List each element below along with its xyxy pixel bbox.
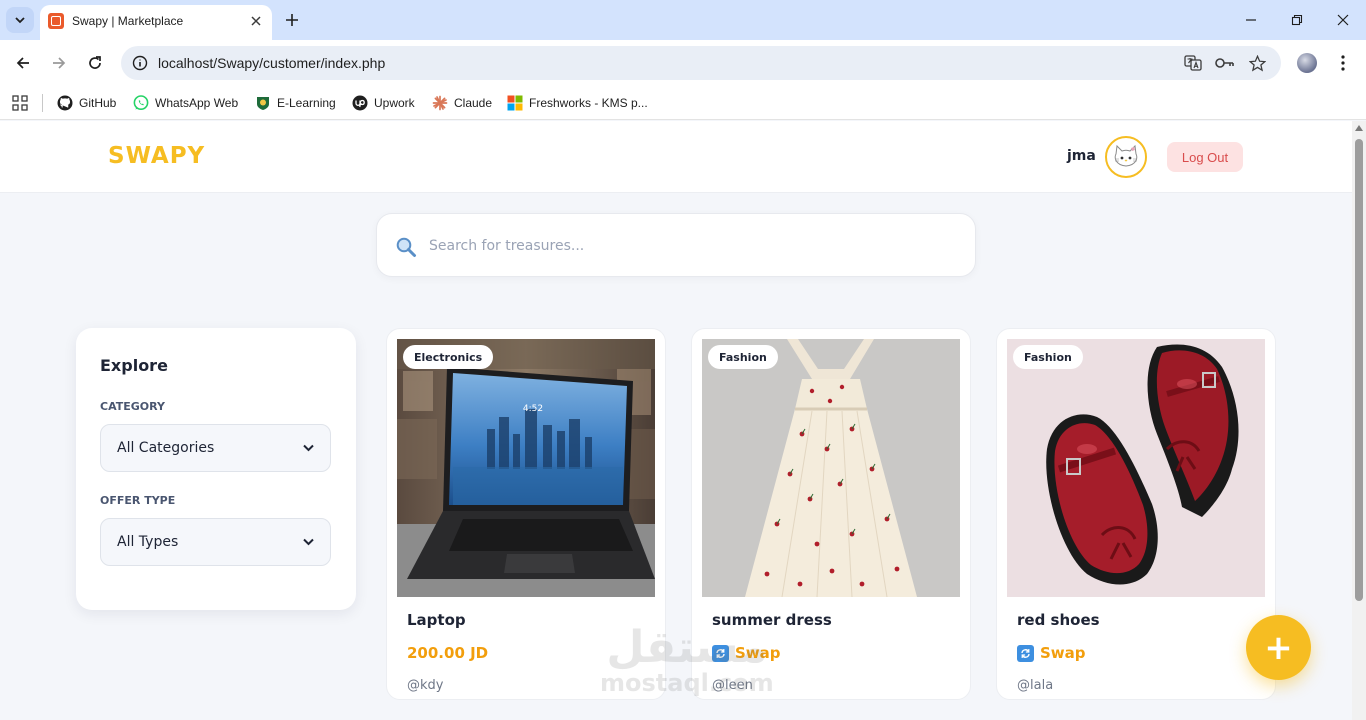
search-input[interactable] [429,228,949,264]
offer-type-select-value: All Types [117,534,179,550]
bookmark-github[interactable]: GitHub [57,92,116,114]
marketplace-page: SWAPY jma Log Out Explore CATEGORY All C… [0,121,1352,720]
watermark-latin: mostaql.com [600,669,774,697]
product-price: Swap [1017,644,1086,662]
upwork-icon [352,95,368,111]
add-item-button[interactable]: + [1246,615,1311,680]
bookmark-label: WhatsApp Web [155,96,239,110]
address-bar[interactable]: localhost/Swapy/customer/index.php [121,46,1281,80]
url-text: localhost/Swapy/customer/index.php [158,55,386,71]
tab-search-button[interactable] [6,7,34,33]
restore-icon [1291,14,1303,26]
tab-close-icon[interactable] [246,11,266,31]
svg-text:4:52: 4:52 [523,404,543,414]
bookmark-label: Claude [454,96,493,110]
site-logo[interactable]: SWAPY [108,143,205,169]
cat-avatar-icon [1114,144,1138,167]
microsoft-icon [507,95,523,111]
product-card[interactable]: Fashion red shoes Swap @lala [996,328,1276,700]
username-label: jma [1067,148,1096,164]
product-price: 200.00 JD [407,644,488,662]
close-icon [1337,14,1349,26]
tab-title: Swapy | Marketplace [72,14,184,28]
github-icon [57,95,73,111]
bookmark-label: GitHub [79,96,117,110]
bookmark-label: E-Learning [277,96,336,110]
offer-type-select[interactable]: All Types [100,518,331,566]
bookmark-whatsapp[interactable]: WhatsApp Web [133,92,238,114]
bookmark-label: Upwork [374,96,415,110]
bookmark-upwork[interactable]: Upwork [352,92,415,114]
restore-window-button[interactable] [1274,0,1320,40]
swap-icon [1017,644,1034,662]
product-owner[interactable]: @lala [1017,678,1053,693]
apps-grid-icon[interactable] [11,94,29,112]
bookmarks-bar: GitHub WhatsApp Web E-Learning Upwork Cl… [0,86,1366,120]
category-select[interactable]: All Categories [100,424,331,472]
site-header: SWAPY jma Log Out [0,121,1352,193]
product-title[interactable]: red shoes [1017,611,1100,629]
product-title[interactable]: Laptop [407,611,466,629]
bookmark-label: Freshworks - KMS p... [529,96,648,110]
chevron-down-icon [303,538,314,546]
back-button[interactable] [10,50,36,76]
chevron-down-icon [303,444,314,452]
filters-panel: Explore CATEGORY All Categories OFFER TY… [76,328,356,610]
browser-menu-button[interactable] [1333,52,1353,74]
claude-icon [432,95,448,111]
bookmark-claude[interactable]: Claude [432,92,492,114]
chevron-down-icon [15,17,25,24]
bookmark-star-icon[interactable] [1247,53,1267,73]
forward-button[interactable] [46,50,72,76]
reload-button[interactable] [82,50,108,76]
arrow-left-icon [16,57,29,69]
category-badge: Electronics [403,345,494,369]
dress-image[interactable]: Fashion [702,339,960,597]
arrow-right-icon [53,57,66,69]
laptop-image[interactable]: 4:52 Electronics [397,339,655,597]
browser-toolbar: localhost/Swapy/customer/index.php [0,40,1366,86]
category-badge: Fashion [1013,345,1083,369]
close-window-button[interactable] [1320,0,1366,40]
category-select-value: All Categories [117,440,215,456]
scrollbar-thumb[interactable] [1355,139,1363,601]
new-tab-button[interactable] [281,9,303,31]
translate-icon[interactable] [1183,53,1203,73]
price-value: 200.00 JD [407,644,489,662]
shoes-image[interactable]: Fashion [1007,339,1265,597]
product-owner[interactable]: @kdy [407,678,443,693]
user-avatar[interactable] [1105,136,1147,178]
category-badge: Fashion [708,345,778,369]
bookmark-elearning[interactable]: E-Learning [255,92,336,114]
filters-title: Explore [100,356,168,375]
minimize-window-button[interactable] [1228,0,1274,40]
password-key-icon[interactable] [1215,53,1235,73]
bookmark-freshworks[interactable]: Freshworks - KMS p... [507,92,648,114]
watermark-arabic: مستقل [606,622,768,673]
search-bar [376,213,976,277]
whatsapp-icon [133,95,149,111]
browser-tab-bar: Swapy | Marketplace [0,0,1366,40]
more-vertical-icon [1341,55,1345,71]
page-scrollbar[interactable] [1352,121,1366,720]
category-label: CATEGORY [100,400,165,413]
offer-type-label: OFFER TYPE [100,494,176,507]
elearning-icon [255,95,271,111]
browser-tab-active[interactable]: Swapy | Marketplace [40,5,272,40]
logout-button[interactable]: Log Out [1167,142,1243,172]
minimize-icon [1246,19,1256,21]
price-value: Swap [1040,644,1086,662]
site-info-icon[interactable] [131,54,149,72]
xampp-favicon-icon [48,13,64,29]
bookmarks-separator [42,94,43,112]
plus-icon [286,14,298,26]
search-icon [396,237,416,257]
scroll-up-arrow-icon[interactable] [1355,125,1363,131]
profile-avatar-icon[interactable] [1297,53,1317,73]
mostaql-watermark: مستقل mostaql.com [600,622,774,697]
reload-icon [89,56,101,69]
